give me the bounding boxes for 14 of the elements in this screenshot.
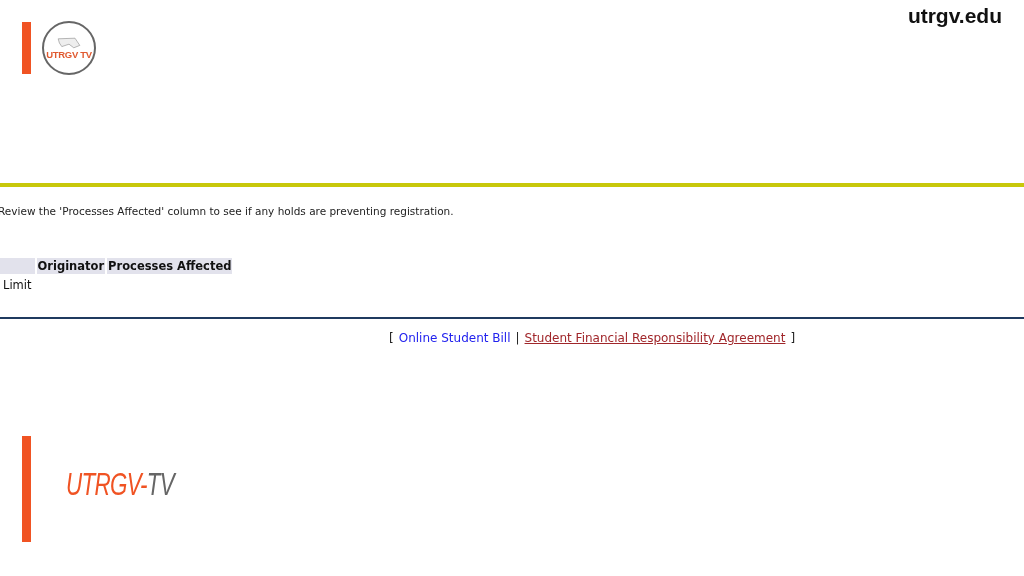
accent-bar: [22, 22, 31, 74]
table-cell-text: Limit: [2, 277, 33, 294]
column-header: Originator: [36, 258, 106, 274]
link[interactable]: Online Student Bill: [398, 331, 511, 345]
brand-logo: UTRGV-TV: [66, 465, 175, 503]
bracket: ]: [790, 331, 796, 345]
link[interactable]: Student Financial Responsibility Agreement: [524, 331, 786, 345]
column-header: Processes Affected: [107, 258, 233, 274]
bracket: [: [389, 331, 394, 345]
site-url: utrgv.edu: [907, 3, 1003, 28]
map-icon: [54, 36, 84, 49]
column-header: [0, 258, 35, 274]
logo-text: UTRGV TV: [46, 48, 92, 60]
separator: |: [515, 331, 520, 345]
